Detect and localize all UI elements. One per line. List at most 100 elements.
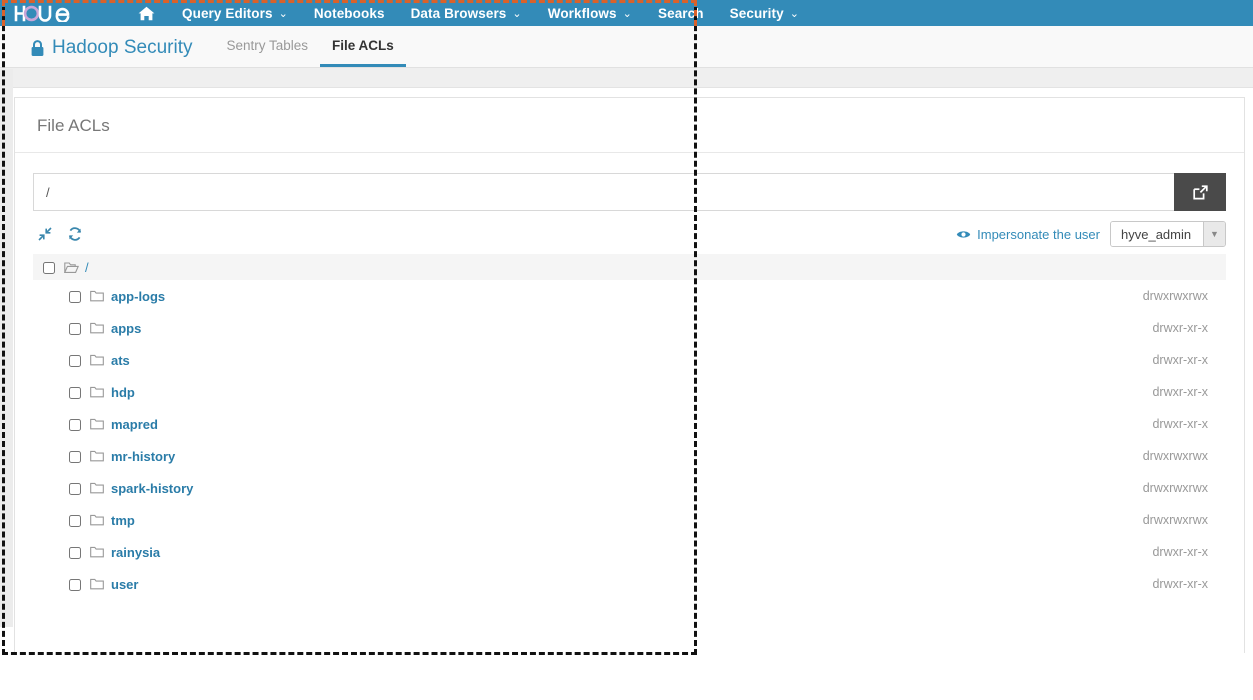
permissions-value: drwxrwxrwx	[1142, 289, 1208, 303]
nav-label: Query Editors	[182, 5, 273, 21]
file-list-table: / app-logs drwxrwxrwx apps drwxr-xr-x at…	[33, 254, 1226, 600]
impersonate-user-link[interactable]: Impersonate the user	[956, 227, 1100, 242]
page-wrapper: File ACLs / Impersonate the user hyve_ad…	[0, 97, 1253, 653]
file-name-link[interactable]: tmp	[111, 513, 135, 528]
file-name-link[interactable]: hdp	[111, 385, 135, 400]
brand-label: Hadoop Security	[52, 37, 193, 58]
table-row[interactable]: rainysia drwxr-xr-x	[33, 536, 1226, 568]
row-checkbox[interactable]	[69, 387, 81, 400]
nav-item-security[interactable]: Security ⌄	[717, 0, 812, 26]
tab-sentry-tables[interactable]: Sentry Tables	[214, 38, 320, 67]
file-name-link[interactable]: mapred	[111, 417, 158, 432]
collapse-arrows-icon[interactable]	[37, 226, 53, 242]
impersonate-label: Impersonate the user	[977, 226, 1100, 242]
row-checkbox[interactable]	[69, 579, 81, 592]
file-name-link[interactable]: mr-history	[111, 449, 175, 464]
row-checkbox-wrap[interactable]	[69, 513, 81, 528]
root-path-label[interactable]: /	[85, 260, 89, 275]
nav-items: Query Editors ⌄ Notebooks Data Browsers …	[169, 0, 812, 26]
nav-label: Data Browsers	[410, 5, 507, 21]
folder-icon	[90, 482, 104, 494]
row-checkbox-wrap[interactable]	[69, 449, 81, 464]
row-checkbox-wrap[interactable]	[69, 321, 81, 336]
file-name-link[interactable]: rainysia	[111, 545, 160, 560]
row-checkbox[interactable]	[69, 323, 81, 336]
chevron-down-icon: ⌄	[512, 7, 522, 20]
table-row[interactable]: tmp drwxrwxrwx	[33, 504, 1226, 536]
sub-navbar: Hadoop Security Sentry Tables File ACLs	[0, 26, 1253, 68]
row-checkbox-wrap[interactable]	[69, 481, 81, 496]
impersonate-user-select[interactable]: hyve_admin ▼	[1110, 221, 1226, 247]
table-row[interactable]: app-logs drwxrwxrwx	[33, 280, 1226, 312]
row-checkbox[interactable]	[69, 355, 81, 368]
page-title: File ACLs	[15, 98, 1244, 153]
permissions-value: drwxrwxrwx	[1142, 481, 1208, 495]
nav-label: Security	[729, 5, 784, 21]
nav-label: Workflows	[547, 5, 617, 21]
card-body: Impersonate the user hyve_admin ▼	[15, 153, 1244, 600]
eye-icon	[956, 229, 971, 240]
top-navbar: Query Editors ⌄ Notebooks Data Browsers …	[0, 0, 1253, 26]
row-checkbox-wrap[interactable]	[69, 353, 81, 368]
selected-user-value: hyve_admin	[1111, 222, 1203, 246]
nav-item-notebooks[interactable]: Notebooks	[301, 0, 398, 26]
external-link-icon	[1192, 184, 1208, 199]
row-checkbox-wrap[interactable]	[69, 545, 81, 560]
row-checkbox-wrap[interactable]	[69, 289, 81, 304]
row-checkbox[interactable]	[69, 291, 81, 304]
table-row[interactable]: mr-history drwxrwxrwx	[33, 440, 1226, 472]
file-name-link[interactable]: app-logs	[111, 289, 165, 304]
file-name-link[interactable]: spark-history	[111, 481, 193, 496]
nav-item-query-editors[interactable]: Query Editors ⌄	[169, 0, 301, 26]
row-checkbox[interactable]	[69, 451, 81, 464]
folder-open-icon	[64, 261, 79, 274]
path-row	[33, 173, 1226, 211]
permissions-value: drwxrwxrwx	[1142, 513, 1208, 527]
gray-separator-band	[0, 68, 1253, 88]
file-name-link[interactable]: user	[111, 577, 138, 592]
refresh-icon[interactable]	[67, 226, 83, 242]
sub-tabs: Sentry Tables File ACLs	[214, 25, 406, 67]
select-all-checkbox-wrap[interactable]	[43, 260, 55, 275]
row-checkbox-wrap[interactable]	[69, 417, 81, 432]
table-row[interactable]: mapred drwxr-xr-x	[33, 408, 1226, 440]
folder-icon	[90, 546, 104, 558]
nav-item-data-browsers[interactable]: Data Browsers ⌄	[398, 0, 535, 26]
table-row[interactable]: apps drwxr-xr-x	[33, 312, 1226, 344]
permissions-value: drwxr-xr-x	[1152, 545, 1208, 559]
chevron-down-icon: ⌄	[789, 7, 800, 20]
table-row[interactable]: ats drwxr-xr-x	[33, 344, 1226, 376]
permissions-value: drwxr-xr-x	[1152, 417, 1208, 431]
permissions-value: drwxr-xr-x	[1152, 577, 1208, 591]
table-row[interactable]: user drwxr-xr-x	[33, 568, 1226, 600]
row-checkbox[interactable]	[69, 515, 81, 528]
file-rows-container: app-logs drwxrwxrwx apps drwxr-xr-x ats …	[33, 280, 1226, 600]
row-checkbox[interactable]	[69, 483, 81, 496]
open-path-button[interactable]	[1174, 173, 1226, 211]
row-checkbox[interactable]	[69, 419, 81, 432]
path-input[interactable]	[33, 173, 1174, 211]
home-icon	[138, 6, 155, 20]
folder-icon	[90, 450, 104, 462]
folder-icon	[90, 322, 104, 334]
app-root: Query Editors ⌄ Notebooks Data Browsers …	[0, 0, 1253, 700]
row-checkbox[interactable]	[69, 547, 81, 560]
folder-icon	[90, 514, 104, 526]
table-row[interactable]: hdp drwxr-xr-x	[33, 376, 1226, 408]
table-row[interactable]: spark-history drwxrwxrwx	[33, 472, 1226, 504]
nav-item-workflows[interactable]: Workflows ⌄	[535, 0, 645, 26]
chevron-down-icon: ⌄	[622, 7, 632, 20]
tab-file-acls[interactable]: File ACLs	[320, 38, 406, 67]
row-checkbox-wrap[interactable]	[69, 577, 81, 592]
toolbar-right: Impersonate the user hyve_admin ▼	[956, 221, 1226, 247]
row-checkbox-wrap[interactable]	[69, 385, 81, 400]
nav-item-search[interactable]: Search	[645, 0, 717, 26]
permissions-value: drwxr-xr-x	[1152, 385, 1208, 399]
file-name-link[interactable]: ats	[111, 353, 130, 368]
toolbar-icons	[33, 226, 83, 242]
hue-logo[interactable]	[14, 0, 76, 26]
file-name-link[interactable]: apps	[111, 321, 141, 336]
lock-icon	[30, 39, 45, 57]
select-all-checkbox[interactable]	[43, 262, 55, 275]
home-button[interactable]	[124, 0, 169, 26]
